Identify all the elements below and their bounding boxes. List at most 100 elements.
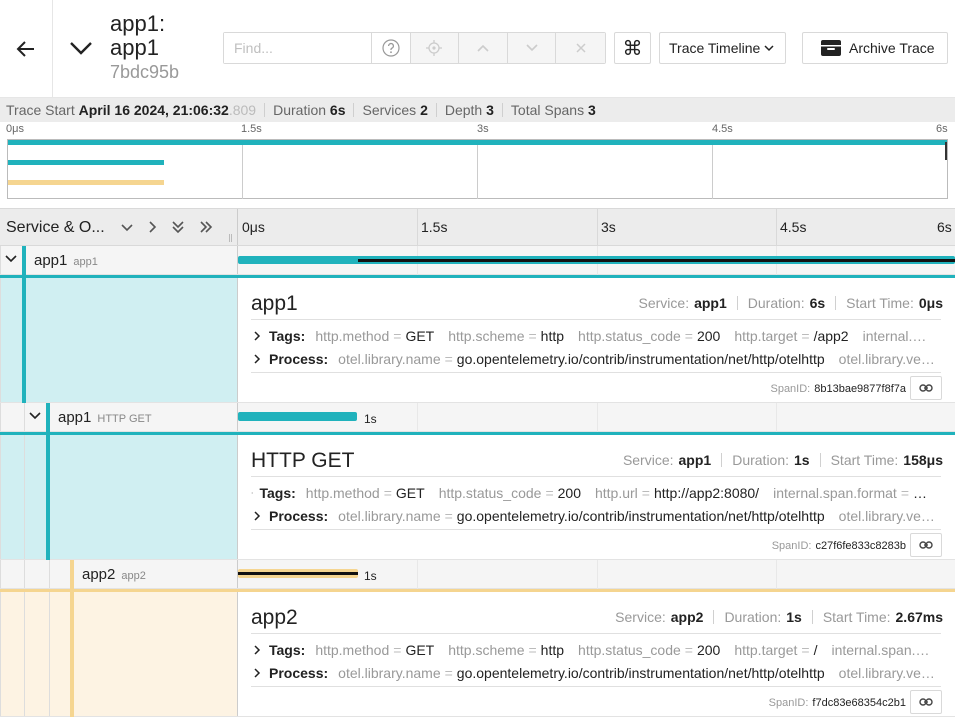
span-id: SpanID: 8b13bae9877f8f7a <box>770 383 906 395</box>
tags-row[interactable]: Tags: http.method = GET http.status_code = 2… <box>251 485 941 501</box>
critical-path-line <box>238 572 358 575</box>
meta-start-time: 0μs <box>918 295 943 311</box>
copy-link-button[interactable] <box>910 533 942 557</box>
trace-start-ms: .809 <box>228 102 257 118</box>
span-operation-name: app2 <box>121 570 146 582</box>
minimap-tick: 3s <box>477 123 489 135</box>
collapse-all-icon[interactable] <box>169 218 187 236</box>
span-row-app1[interactable]: app1 app1 <box>0 246 955 275</box>
clear-find-button[interactable] <box>556 33 605 63</box>
depth-value: 3 <box>486 102 494 118</box>
arrow-left-icon <box>16 40 34 57</box>
timeline-tick: 4.5s <box>780 219 807 235</box>
trace-id: 7bdc95b <box>110 62 180 82</box>
minimap-bar-http-get <box>8 160 164 165</box>
meta-start-time: 2.67ms <box>895 609 943 625</box>
trace-summary: Trace Start April 16 2024, 21:06:32.809 … <box>0 98 955 122</box>
span-detail-title: HTTP GET <box>251 449 355 472</box>
collapse-header-button[interactable] <box>66 36 96 60</box>
minimap-tick: 4.5s <box>712 123 733 135</box>
timeline-tick: 3s <box>601 219 616 235</box>
minimap-handle[interactable] <box>945 142 947 160</box>
span-row-app2[interactable]: app2 app2 1s <box>0 560 955 589</box>
minimap-tick: 6s <box>936 123 948 135</box>
span-service-name: app1 app1 <box>34 252 98 269</box>
view-select[interactable]: Trace Timeline <box>659 32 786 64</box>
meta-duration: 6s <box>809 295 826 311</box>
minimap-ticks: 0μs 1.5s 3s 4.5s 6s <box>0 122 955 138</box>
chevron-down-icon <box>70 42 92 55</box>
question-circle-icon <box>382 39 400 57</box>
trace-title: app1: app1 <box>110 11 166 60</box>
next-result-button[interactable] <box>507 33 557 63</box>
tags-row[interactable]: Tags: http.method = GET http.scheme = http h… <box>251 328 941 344</box>
span-id: SpanID: f7dc83e68354c2b1 <box>768 697 906 709</box>
span-service-name: app1 HTTP GET <box>58 409 152 426</box>
back-button[interactable] <box>0 0 53 97</box>
timeline-tick: 0μs <box>242 219 265 235</box>
chevron-down-icon[interactable] <box>4 252 18 266</box>
find-help-button[interactable] <box>372 33 411 63</box>
timeline-tick: 6s <box>937 219 952 235</box>
services-label: Services <box>362 102 417 118</box>
meta-service: app2 <box>670 609 704 625</box>
timeline-header: Service & O... 0μs 1.5s 3s 4.5s 6s <box>0 208 955 246</box>
depth-label: Depth <box>444 102 483 118</box>
copy-link-button[interactable] <box>910 376 942 400</box>
link-icon <box>919 384 933 392</box>
link-icon <box>919 541 933 549</box>
timeline-tick: 1.5s <box>421 219 448 235</box>
span-bar-http-get[interactable] <box>238 412 357 421</box>
span-detail-app1: app1 Service: app1 Duration: 6s Start Time… <box>0 275 955 403</box>
column-title: Service & O... <box>6 219 105 236</box>
target-icon <box>426 40 443 56</box>
span-bar-duration: 1s <box>364 412 377 426</box>
service-column-header: Service & O... <box>0 209 238 245</box>
span-detail-http-get: HTTP GET Service: app1 Duration: 1s Start … <box>0 432 955 560</box>
span-detail-app2: app2 Service: app2 Duration: 1s Start Time… <box>0 589 955 717</box>
chevron-down-icon[interactable] <box>28 409 42 423</box>
expand-one-icon[interactable] <box>143 218 161 236</box>
prev-result-button[interactable] <box>459 33 508 63</box>
locate-button[interactable] <box>410 33 460 63</box>
chevron-right-icon <box>254 354 261 364</box>
total-spans-label: Total Spans <box>510 102 585 118</box>
column-resizer[interactable] <box>229 234 232 242</box>
span-operation-name: app1 <box>73 256 98 268</box>
process-row[interactable]: Process: otel.library.name = go.openteleme… <box>251 508 941 524</box>
archive-icon <box>821 40 841 56</box>
command-icon: ⌘ <box>622 37 643 60</box>
process-row[interactable]: Process: otel.library.name = go.openteleme… <box>251 351 941 367</box>
span-detail-meta: Service: app1 Duration: 6s Start Time: 0μs <box>638 295 943 311</box>
span-operation-name: HTTP GET <box>97 413 152 425</box>
archive-trace-button[interactable]: Archive Trace <box>802 32 948 64</box>
chevron-right-icon <box>254 645 261 655</box>
meta-service: app1 <box>678 452 712 468</box>
close-icon <box>576 43 586 53</box>
trace-start-label: Trace Start <box>6 102 75 118</box>
process-row[interactable]: Process: otel.library.name = go.openteleme… <box>251 665 941 681</box>
meta-duration: 1s <box>794 452 810 468</box>
services-value: 2 <box>420 102 428 118</box>
minimap-bar-app1 <box>8 140 947 145</box>
span-row-http-get[interactable]: app1 HTTP GET 1s <box>0 403 955 432</box>
copy-link-button[interactable] <box>910 690 942 714</box>
span-bar-duration: 1s <box>364 569 377 583</box>
critical-path-line <box>358 259 955 262</box>
find-input[interactable] <box>224 33 372 63</box>
collapse-one-icon[interactable] <box>118 218 136 236</box>
tags-row[interactable]: Tags: http.method = GET http.scheme = http h… <box>251 642 941 658</box>
keyboard-shortcuts-button[interactable]: ⌘ <box>614 32 651 64</box>
trace-start-value: April 16 2024, 21:06:32 <box>78 102 229 118</box>
duration-label: Duration <box>273 102 327 118</box>
chevron-right-icon <box>254 331 261 341</box>
chevron-up-icon <box>477 44 489 52</box>
span-id: SpanID: c27f6fe833c8283b <box>771 540 906 552</box>
span-detail-title: app2 <box>251 606 298 629</box>
span-detail-title: app1 <box>251 292 298 315</box>
meta-start-time: 158μs <box>903 452 943 468</box>
chevron-down-icon <box>526 44 538 52</box>
expand-all-icon[interactable] <box>197 218 215 236</box>
duration-value: 6s <box>329 102 346 118</box>
trace-minimap[interactable] <box>7 139 948 199</box>
